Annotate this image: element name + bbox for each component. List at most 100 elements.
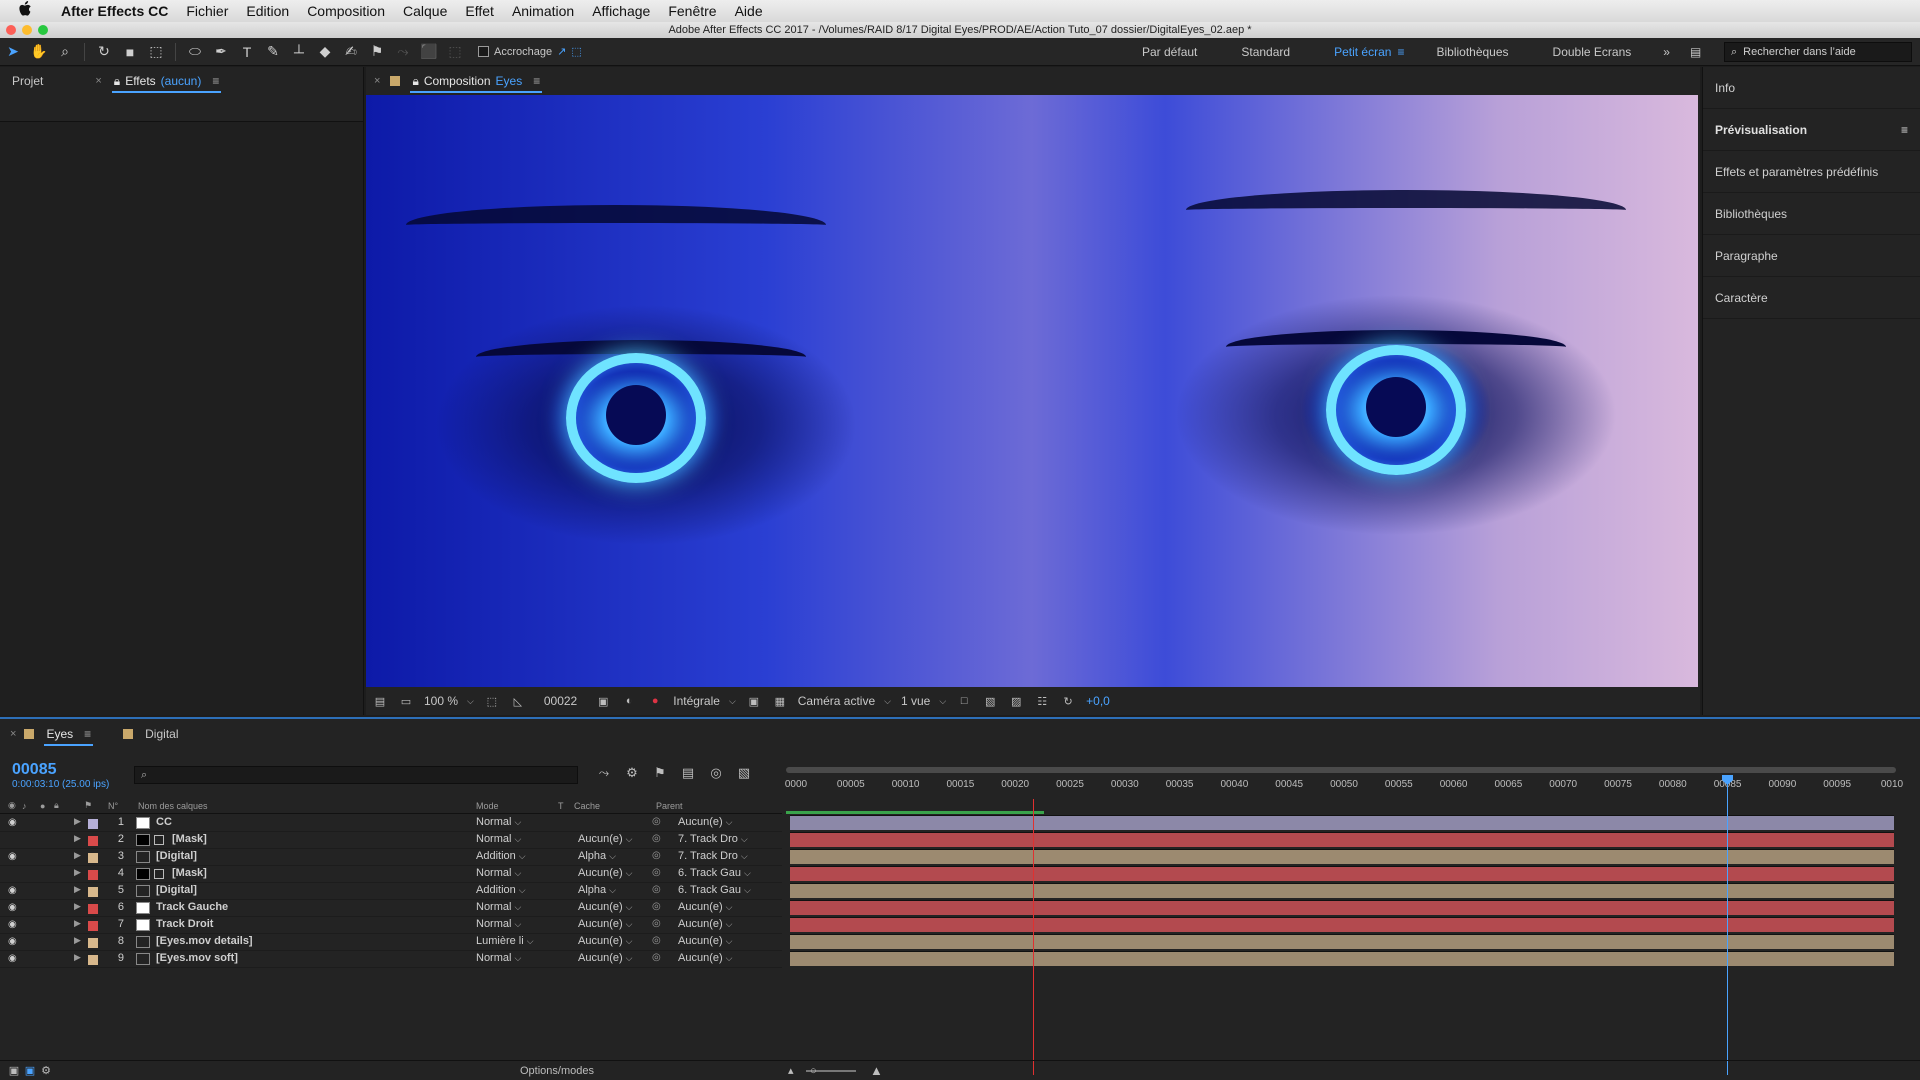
zoom-out-icon[interactable]: ▴	[788, 1064, 794, 1077]
parent-dropdown[interactable]: 6. Track Gau ⌵	[678, 867, 758, 879]
roto-brush-tool-icon[interactable]: ✍	[338, 40, 364, 64]
layer-row[interactable]: ◉ ▶ 7 Track Droit Normal ⌵ Aucun(e) ⌵ ◎ Aucun(e) ⌵	[0, 917, 782, 934]
expand-layer-icon[interactable]: ▶	[74, 850, 81, 861]
text-tool-icon[interactable]: T	[234, 40, 260, 64]
parent-dropdown[interactable]: 7. Track Dro ⌵	[678, 850, 758, 862]
track-matte-dropdown[interactable]: Aucun(e) ⌵	[578, 833, 640, 845]
toggle-pixel-aspect-icon[interactable]: □	[956, 693, 972, 709]
layer-name[interactable]: [Mask]	[172, 833, 207, 845]
label-column-icon[interactable]: ⚑	[84, 800, 92, 811]
hand-tool-icon[interactable]: ✋	[26, 40, 52, 64]
pen-tool-icon[interactable]: ✒	[208, 40, 234, 64]
pan-behind-tool-icon[interactable]: ⬚	[143, 40, 169, 64]
flowchart-icon[interactable]: ☷	[1034, 693, 1050, 709]
reset-exposure-icon[interactable]: ↻	[1060, 693, 1076, 709]
layer-name[interactable]: [Digital]	[156, 850, 197, 862]
layer-duration-bar[interactable]	[790, 900, 1894, 915]
blend-mode-dropdown[interactable]: Normal ⌵	[476, 918, 546, 930]
menu-aide[interactable]: Aide	[726, 3, 772, 19]
label-color-swatch[interactable]	[88, 836, 98, 846]
eraser-tool-icon[interactable]: ◆	[312, 40, 338, 64]
exposure-value[interactable]: +0,0	[1086, 694, 1110, 708]
expand-layer-icon[interactable]: ▶	[74, 935, 81, 946]
track-matte-dropdown[interactable]: Aucun(e) ⌵	[578, 918, 640, 930]
draft-3d-icon[interactable]: ⚙	[624, 765, 640, 781]
lock-icon[interactable]: 🔒︎	[412, 74, 418, 89]
visibility-eye-icon[interactable]: ◉	[8, 885, 20, 896]
expand-layer-icon[interactable]: ▶	[74, 884, 81, 895]
camera-dropdown[interactable]: Caméra active ⌵	[798, 694, 891, 708]
tab-effets[interactable]: 🔒︎ Effets (aucun) ≡	[102, 67, 232, 95]
track-matte-dropdown[interactable]: Aucun(e) ⌵	[578, 867, 640, 879]
panel-menu-icon[interactable]: ≡	[212, 74, 219, 88]
zoom-in-icon[interactable]: ▲	[870, 1063, 883, 1078]
layer-row[interactable]: ▶ 2 [Mask] Normal ⌵ Aucun(e) ⌵ ◎ 7. Track Dro ⌵	[0, 832, 782, 849]
parent-dropdown[interactable]: 7. Track Dro ⌵	[678, 833, 758, 845]
layer-name[interactable]: [Digital]	[156, 884, 197, 896]
layer-duration-bar[interactable]	[790, 951, 1894, 966]
frame-blending-icon[interactable]: ▤	[680, 765, 696, 781]
blend-mode-dropdown[interactable]: Normal ⌵	[476, 952, 546, 964]
clone-stamp-tool-icon[interactable]: ┴	[286, 40, 312, 64]
layer-row[interactable]: ◉ ▶ 5 [Digital] Addition ⌵ Alpha ⌵ ◎ 6. Track Gau…	[0, 883, 782, 900]
visibility-eye-icon[interactable]: ◉	[8, 919, 20, 930]
toggle-modes-icon[interactable]: ▣	[22, 1063, 38, 1079]
timeline-link-icon[interactable]: ▨	[1008, 693, 1024, 709]
track-matte-dropdown[interactable]: Aucun(e) ⌵	[578, 935, 640, 947]
label-color-swatch[interactable]	[88, 938, 98, 948]
zoom-window-button[interactable]	[38, 25, 48, 35]
panel-menu-icon[interactable]: ≡	[1901, 123, 1908, 137]
track-matte-dropdown[interactable]: Alpha ⌵	[578, 850, 640, 862]
label-color-swatch[interactable]	[88, 904, 98, 914]
eye-icon[interactable]: ◉	[8, 800, 16, 811]
zoom-dropdown[interactable]: 100 % ⌵	[424, 694, 474, 708]
pickwhip-icon[interactable]: ◎	[652, 901, 661, 912]
show-snapshot-icon[interactable]: ◐	[621, 693, 637, 709]
pickwhip-icon[interactable]: ◎	[652, 884, 661, 895]
snapshot-camera-icon[interactable]: ▣	[595, 693, 611, 709]
blend-mode-dropdown[interactable]: Addition ⌵	[476, 850, 546, 862]
region-of-interest-icon[interactable]: ▣	[746, 693, 762, 709]
selection-tool-icon[interactable]: ➤	[0, 40, 26, 64]
workspace-double-ecrans[interactable]: Double Ecrans	[1531, 45, 1654, 59]
visibility-eye-icon[interactable]: ◉	[8, 851, 20, 862]
composition-viewer[interactable]	[366, 95, 1698, 687]
panel-effets-predefinis[interactable]: Effets et paramètres prédéfinis	[1703, 151, 1920, 193]
panel-caractere[interactable]: Caractère	[1703, 277, 1920, 319]
menu-edition[interactable]: Edition	[237, 3, 298, 19]
help-search-field[interactable]: ⌕ Rechercher dans l’aide	[1724, 42, 1912, 62]
menu-calque[interactable]: Calque	[394, 3, 456, 19]
parent-dropdown[interactable]: 6. Track Gau ⌵	[678, 884, 758, 896]
panel-menu-icon[interactable]: ≡	[84, 727, 91, 741]
visibility-eye-icon[interactable]: ◉	[8, 817, 20, 828]
panel-paragraphe[interactable]: Paragraphe	[1703, 235, 1920, 277]
menu-composition[interactable]: Composition	[298, 3, 394, 19]
current-frame-display[interactable]: 00022	[536, 694, 585, 708]
visibility-eye-icon[interactable]: ◉	[8, 953, 20, 964]
puppet-pin-tool-icon[interactable]: ⚑	[364, 40, 390, 64]
current-time-indicator[interactable]	[1727, 775, 1728, 1075]
rotate-tool-icon[interactable]: ↻	[91, 40, 117, 64]
workspace-menu-icon[interactable]: ≡	[1397, 45, 1404, 59]
blend-mode-dropdown[interactable]: Lumière li ⌵	[476, 935, 546, 947]
blend-mode-dropdown[interactable]: Normal ⌵	[476, 833, 546, 845]
close-tab-icon[interactable]: ×	[10, 728, 16, 740]
layer-duration-bar[interactable]	[790, 934, 1894, 949]
parent-dropdown[interactable]: Aucun(e) ⌵	[678, 952, 758, 964]
layer-row[interactable]: ◉ ▶ 3 [Digital] Addition ⌵ Alpha ⌵ ◎ 7. Track Dro…	[0, 849, 782, 866]
comp-mini-flowchart-icon[interactable]: ⤳	[596, 765, 612, 781]
menu-effet[interactable]: Effet	[456, 3, 503, 19]
visibility-eye-icon[interactable]: ◉	[8, 902, 20, 913]
label-color-swatch[interactable]	[88, 887, 98, 897]
motion-blur-icon[interactable]: ◎	[708, 765, 724, 781]
layer-duration-bar[interactable]	[790, 832, 1894, 847]
safe-margins-icon[interactable]: ◺	[510, 693, 526, 709]
layer-row[interactable]: ◉ ▶ 9 [Eyes.mov soft] Normal ⌵ Aucun(e) ⌵ ◎ Aucun…	[0, 951, 782, 968]
parent-dropdown[interactable]: Aucun(e) ⌵	[678, 918, 758, 930]
snap-features-icon[interactable]: ⬚	[571, 45, 581, 58]
track-matte-dropdown[interactable]: Aucun(e) ⌵	[578, 901, 640, 913]
tab-projet[interactable]: Projet	[0, 67, 55, 95]
label-color-swatch[interactable]	[88, 853, 98, 863]
snap-edges-icon[interactable]: ↗	[557, 45, 566, 58]
axis-view-icon[interactable]: ⬚	[442, 40, 468, 64]
